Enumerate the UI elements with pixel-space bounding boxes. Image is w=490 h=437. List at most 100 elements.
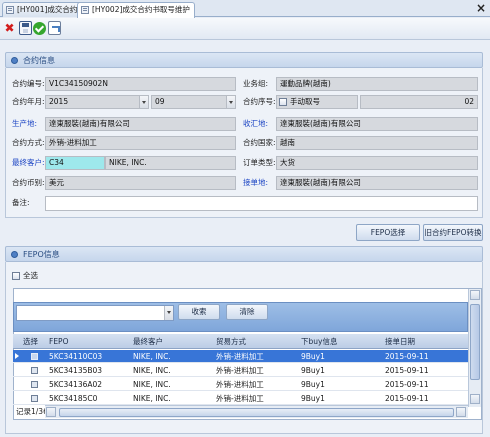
trade-cell: 外销-进料加工 bbox=[216, 394, 264, 403]
contract-no-label: 合约编号: bbox=[12, 79, 45, 88]
contract-mode-field: 外销-进料加工 bbox=[45, 136, 236, 150]
date-cell: 2015-09-11 bbox=[385, 352, 429, 361]
fepo-cell: 5KC34136A02 bbox=[49, 380, 103, 389]
tab-label: [HY002]成交合约书取号维护 bbox=[92, 5, 190, 14]
trade-cell: 外销-进料加工 bbox=[216, 380, 264, 389]
trade-cell: 外销-进料加工 bbox=[216, 366, 264, 375]
tab-strip: [HY001]成交合约书取号 [HY002]成交合约书取号维护 × bbox=[0, 0, 490, 18]
scroll-up-icon[interactable] bbox=[470, 290, 480, 300]
row-checkbox[interactable] bbox=[31, 367, 38, 374]
contract-country-label: 合约国家: bbox=[243, 138, 276, 147]
form-icon bbox=[81, 6, 89, 14]
customer-cell: NIKE, INC. bbox=[133, 394, 171, 403]
old-fepo-convert-button[interactable]: 旧合约FEPO转换 bbox=[423, 224, 483, 241]
contract-mode-label: 合约方式: bbox=[12, 138, 45, 147]
fepo-select-button[interactable]: FEPO选择 bbox=[356, 224, 420, 241]
trade-cell: 外销-进料加工 bbox=[216, 352, 264, 361]
clear-button[interactable]: 清除 bbox=[226, 304, 268, 320]
contract-info-header: 合约信息 bbox=[5, 52, 483, 68]
buy-cell: 9Buy1 bbox=[301, 366, 325, 375]
currency-field: 美元 bbox=[45, 176, 236, 190]
chevron-down-icon[interactable] bbox=[139, 96, 148, 108]
table-row[interactable]: 5KC34110C03 NIKE, INC. 外销-进料加工 9Buy1 201… bbox=[13, 350, 468, 363]
scroll-thumb[interactable] bbox=[470, 304, 480, 380]
year-select[interactable]: 2015 bbox=[45, 95, 149, 109]
customer-name-field: NIKE, INC. bbox=[105, 156, 236, 170]
receiving-site-label: 收汇地: bbox=[243, 119, 269, 128]
select-all-checkbox[interactable] bbox=[12, 272, 20, 280]
delete-icon[interactable]: ✖ bbox=[3, 21, 16, 35]
toolbar: ✖ bbox=[0, 18, 490, 40]
section-title: FEPO信息 bbox=[23, 250, 60, 259]
remark-label: 备注: bbox=[12, 198, 30, 207]
production-site-field: 達東服裝(越南)有限公司 bbox=[45, 117, 236, 131]
vertical-scrollbar[interactable] bbox=[468, 289, 481, 407]
column-header[interactable]: 接单日期 bbox=[385, 334, 415, 349]
order-type-label: 订单类型: bbox=[243, 158, 276, 167]
date-cell: 2015-09-11 bbox=[385, 366, 429, 375]
table-row[interactable]: 5KC34185C0 NIKE, INC. 外销-进料加工 9Buy1 2015… bbox=[13, 392, 468, 405]
grid-search-bar: 收索 清除 bbox=[13, 302, 468, 332]
chevron-down-icon[interactable] bbox=[164, 306, 173, 320]
receiving-unit-field: 達東服裝(越南)有限公司 bbox=[276, 176, 478, 190]
month-select[interactable]: 09 bbox=[151, 95, 236, 109]
contract-no-field: V1C34150902N bbox=[45, 77, 236, 91]
collapse-icon[interactable] bbox=[11, 251, 18, 258]
year-value: 2015 bbox=[49, 97, 69, 106]
order-type-field: 大货 bbox=[276, 156, 478, 170]
exit-icon[interactable] bbox=[48, 21, 61, 35]
column-header[interactable]: 贸易方式 bbox=[216, 334, 246, 349]
month-value: 09 bbox=[155, 97, 165, 106]
tab-contract-maintenance[interactable]: [HY002]成交合约书取号维护 bbox=[77, 2, 195, 18]
contract-seq-label: 合约序号: bbox=[243, 97, 276, 106]
row-checkbox[interactable] bbox=[31, 353, 38, 360]
record-status: 记录1/36 bbox=[16, 407, 48, 416]
manual-no-box: 手动取号 bbox=[276, 95, 358, 109]
fepo-cell: 5KC34185C0 bbox=[49, 394, 98, 403]
scroll-down-icon[interactable] bbox=[470, 394, 480, 404]
table-row[interactable]: 5KC34136A02 NIKE, INC. 外销-进料加工 9Buy1 201… bbox=[13, 378, 468, 391]
search-button[interactable]: 收索 bbox=[178, 304, 220, 320]
contract-seq-field: 02 bbox=[360, 95, 478, 109]
date-cell: 2015-09-11 bbox=[385, 380, 429, 389]
buy-cell: 9Buy1 bbox=[301, 352, 325, 361]
table-header: 选择 FEPO 最终客户 贸易方式 下buy信息 接单日期 bbox=[13, 334, 468, 349]
row-checkbox[interactable] bbox=[31, 381, 38, 388]
save-icon[interactable] bbox=[19, 21, 32, 35]
contract-country-field: 越南 bbox=[276, 136, 478, 150]
collapse-icon[interactable] bbox=[11, 57, 18, 64]
select-all-label: 全选 bbox=[23, 271, 38, 280]
fepo-cell: 5KC34110C03 bbox=[49, 352, 103, 361]
customer-cell: NIKE, INC. bbox=[133, 380, 171, 389]
customer-cell: NIKE, INC. bbox=[133, 366, 171, 375]
manual-no-label: 手动取号 bbox=[290, 97, 320, 106]
fepo-cell: 5KC34135B03 bbox=[49, 366, 103, 375]
business-group-label: 业务组: bbox=[243, 79, 269, 88]
confirm-icon[interactable] bbox=[33, 22, 46, 35]
customer-cell: NIKE, INC. bbox=[133, 352, 171, 361]
fepo-info-header: FEPO信息 bbox=[5, 246, 483, 262]
scroll-thumb[interactable] bbox=[59, 408, 454, 417]
column-header[interactable]: FEPO bbox=[49, 334, 68, 349]
section-title: 合约信息 bbox=[23, 56, 55, 65]
row-checkbox[interactable] bbox=[31, 395, 38, 402]
form-icon bbox=[6, 6, 14, 14]
column-header[interactable]: 下buy信息 bbox=[301, 334, 337, 349]
scroll-right-icon[interactable] bbox=[456, 407, 466, 417]
remark-input[interactable] bbox=[45, 196, 478, 211]
production-site-label: 生产地: bbox=[12, 119, 38, 128]
column-header[interactable]: 最终客户 bbox=[133, 334, 163, 349]
table-row[interactable]: 5KC34135B03 NIKE, INC. 外销-进料加工 9Buy1 201… bbox=[13, 364, 468, 377]
manual-no-checkbox[interactable] bbox=[279, 98, 287, 106]
business-group-field: 運動品牌(越南) bbox=[276, 77, 478, 91]
close-icon[interactable]: × bbox=[476, 1, 486, 15]
horizontal-scrollbar[interactable] bbox=[45, 405, 468, 418]
contract-year-month-label: 合约年月: bbox=[12, 97, 45, 106]
column-header[interactable]: 选择 bbox=[23, 334, 38, 349]
receiving-unit-label: 接单地: bbox=[243, 178, 269, 187]
scroll-left-icon[interactable] bbox=[46, 407, 56, 417]
fepo-search-input[interactable] bbox=[16, 305, 174, 321]
row-indicator-icon bbox=[15, 353, 22, 359]
customer-code-field: C34 bbox=[45, 156, 105, 170]
chevron-down-icon[interactable] bbox=[226, 96, 235, 108]
